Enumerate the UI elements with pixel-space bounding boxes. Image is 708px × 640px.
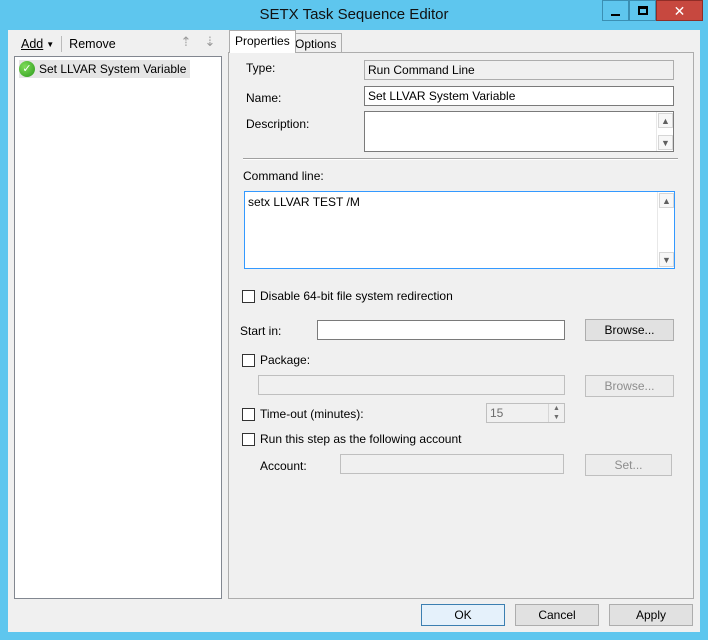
run-as-label: Run this step as the following account [260, 432, 462, 446]
scroll-down-icon[interactable]: ▼ [658, 135, 673, 150]
type-field: Run Command Line [364, 60, 674, 80]
package-label: Package: [260, 353, 311, 367]
package-field [258, 375, 565, 395]
scroll-down-icon[interactable]: ▼ [659, 252, 674, 267]
close-button[interactable]: ✕ [656, 0, 703, 21]
remove-button[interactable]: Remove [66, 37, 119, 51]
timeout-label: Time-out (minutes): [260, 407, 364, 421]
set-button: Set... [585, 454, 672, 476]
command-line-label: Command line: [243, 169, 324, 183]
tab-properties[interactable]: Properties [229, 30, 296, 53]
apply-button[interactable]: Apply [609, 604, 693, 626]
disable-redirection-checkbox[interactable] [242, 290, 255, 303]
command-line-text: setx LLVAR TEST /M [248, 195, 360, 209]
move-down-icon[interactable]: ⇣ [202, 34, 218, 50]
package-checkbox[interactable] [242, 354, 255, 367]
timeout-checkbox[interactable] [242, 408, 255, 421]
window: SETX Task Sequence Editor ✕ Add ▼ Remove… [0, 0, 708, 640]
maximize-icon [637, 6, 648, 15]
maximize-button[interactable] [629, 0, 656, 21]
start-in-field[interactable] [317, 320, 565, 340]
tree-item[interactable]: ✓ Set LLVAR System Variable [19, 60, 191, 78]
task-sequence-tree[interactable]: ✓ Set LLVAR System Variable [14, 56, 222, 599]
tab-options[interactable]: Options [289, 33, 343, 54]
toolbar-separator [61, 36, 63, 52]
description-scrollbar[interactable]: ▲ ▼ [656, 112, 673, 151]
chevron-down-icon: ▼ [46, 39, 55, 49]
separator-line [243, 158, 678, 160]
name-label: Name: [246, 91, 282, 105]
add-button[interactable]: Add ▼ [18, 37, 57, 51]
minimize-icon [611, 13, 620, 16]
timeout-value: 15 [490, 406, 504, 420]
remove-label: Remove [69, 37, 116, 51]
description-label: Description: [246, 117, 310, 131]
add-label: Add [21, 37, 44, 51]
tree-item-label: Set LLVAR System Variable [39, 62, 187, 76]
command-line-field[interactable]: setx LLVAR TEST /M ▲ ▼ [244, 191, 675, 269]
name-field[interactable]: Set LLVAR System Variable [364, 86, 674, 106]
start-in-label: Start in: [240, 324, 282, 338]
disable-redirection-label: Disable 64-bit file system redirection [260, 289, 453, 303]
account-field [340, 454, 564, 474]
timeout-stepper: 15 ▲ ▼ [486, 403, 565, 423]
package-browse-button: Browse... [585, 375, 674, 397]
browse-button[interactable]: Browse... [585, 319, 674, 341]
client-area: Add ▼ Remove ⇡ ⇣ ✓ Set LLVAR System Vari… [8, 30, 700, 632]
spin-up-icon: ▲ [548, 404, 564, 413]
run-as-checkbox[interactable] [242, 433, 255, 446]
ok-button[interactable]: OK [421, 604, 505, 626]
properties-panel: Type: Run Command Line Name: Set LLVAR S… [228, 52, 694, 599]
description-field[interactable]: ▲ ▼ [364, 111, 674, 152]
scroll-up-icon[interactable]: ▲ [658, 113, 673, 128]
minimize-button[interactable] [602, 0, 629, 21]
success-check-icon: ✓ [19, 61, 35, 77]
account-label: Account: [260, 459, 307, 473]
command-line-scrollbar[interactable]: ▲ ▼ [657, 192, 674, 268]
type-label: Type: [246, 61, 276, 75]
move-up-icon[interactable]: ⇡ [178, 34, 194, 50]
scroll-up-icon[interactable]: ▲ [659, 193, 674, 208]
close-icon: ✕ [673, 2, 686, 19]
toolbar: Add ▼ Remove [18, 33, 119, 55]
cancel-button[interactable]: Cancel [515, 604, 599, 626]
spin-down-icon: ▼ [548, 413, 564, 422]
